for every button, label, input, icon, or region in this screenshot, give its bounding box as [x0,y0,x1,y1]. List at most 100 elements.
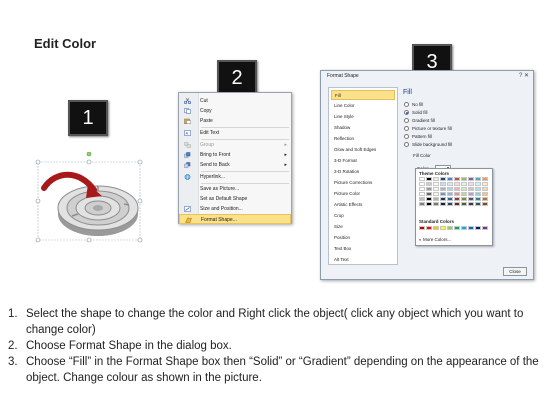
color-swatch[interactable] [482,197,488,201]
color-swatch[interactable] [447,177,453,181]
color-swatch[interactable] [433,177,439,181]
nav-item-3d-rotation[interactable]: 3-D Rotation [331,167,395,177]
color-swatch[interactable] [482,177,488,181]
color-swatch[interactable] [426,226,432,230]
color-swatch[interactable] [461,202,467,206]
color-swatch[interactable] [475,182,481,186]
color-swatch[interactable] [426,202,432,206]
color-swatch[interactable] [468,192,474,196]
nav-item-fill[interactable]: Fill [331,90,395,100]
nav-item-picture-color[interactable]: Picture Color [331,189,395,199]
color-swatch[interactable] [482,226,488,230]
nav-item-reflection[interactable]: Reflection [331,134,395,144]
color-swatch[interactable] [433,182,439,186]
more-colors-link[interactable]: ◐ More Colors... [419,237,451,242]
color-swatch[interactable] [468,202,474,206]
menu-item-send-to-back[interactable]: Send to Back ▸ [179,160,291,170]
color-swatch[interactable] [482,187,488,191]
color-swatch[interactable] [454,182,460,186]
color-swatch[interactable] [440,197,446,201]
color-swatch[interactable] [447,187,453,191]
menu-item-size-and-position[interactable]: Size and Position... [179,204,291,214]
color-swatch[interactable] [433,202,439,206]
radio-button[interactable] [404,134,409,140]
color-swatch[interactable] [468,187,474,191]
color-swatch[interactable] [482,182,488,186]
color-swatch[interactable] [482,202,488,206]
nav-item-shadow[interactable]: Shadow [331,123,395,133]
menu-item-copy[interactable]: Copy [179,106,291,116]
nav-item-3d-format[interactable]: 3-D Format [331,156,395,166]
color-swatch[interactable] [461,226,467,230]
color-swatch[interactable] [461,187,467,191]
nav-item-line-color[interactable]: Line Color [331,101,395,111]
color-swatch[interactable] [447,226,453,230]
radio-button[interactable] [404,126,409,132]
nav-item-artistic-effects[interactable]: Artistic Effects [331,200,395,210]
color-swatch[interactable] [426,192,432,196]
color-swatch[interactable] [419,177,425,181]
menu-item-cut[interactable]: Cut [179,96,291,106]
color-swatch[interactable] [461,177,467,181]
menu-item-bring-to-front[interactable]: Bring to Front ▸ [179,150,291,160]
option-pattern-fill[interactable]: Pattern fill [404,133,432,141]
nav-item-position[interactable]: Position [331,233,395,243]
nav-item-glow[interactable]: Glow and Soft Edges [331,145,395,155]
color-swatch[interactable] [475,197,481,201]
radio-button[interactable] [404,142,409,148]
color-swatch[interactable] [482,192,488,196]
menu-item-hyperlink[interactable]: Hyperlink... [179,172,291,182]
color-swatch[interactable] [426,177,432,181]
color-swatch[interactable] [454,187,460,191]
color-swatch[interactable] [461,197,467,201]
menu-item-save-as-picture[interactable]: Save as Picture... [179,184,291,194]
menu-item-paste[interactable]: Paste [179,116,291,126]
menu-item-group[interactable]: Group ▸ [179,140,291,150]
color-swatch[interactable] [426,182,432,186]
color-swatch[interactable] [433,197,439,201]
color-swatch[interactable] [440,182,446,186]
color-swatch[interactable] [454,197,460,201]
option-picture-fill[interactable]: Picture or texture fill [404,125,452,133]
color-swatch[interactable] [440,192,446,196]
radio-button-selected[interactable] [404,110,409,116]
color-swatch[interactable] [475,187,481,191]
color-swatch[interactable] [454,202,460,206]
option-slide-background-fill[interactable]: Slide background fill [404,141,452,149]
menu-item-edit-text[interactable]: A Edit Text [179,128,291,138]
nav-item-size[interactable]: Size [331,222,395,232]
color-swatch[interactable] [419,192,425,196]
color-swatch[interactable] [433,192,439,196]
color-swatch[interactable] [419,226,425,230]
option-gradient-fill[interactable]: Gradient fill [404,117,435,125]
nav-item-picture-corrections[interactable]: Picture Corrections [331,178,395,188]
menu-item-set-default-shape[interactable]: Set as Default Shape [179,194,291,204]
color-swatch[interactable] [447,197,453,201]
radio-button[interactable] [404,102,409,108]
color-swatch[interactable] [475,192,481,196]
color-swatch[interactable] [475,226,481,230]
nav-item-crop[interactable]: Crop [331,211,395,221]
option-solid-fill[interactable]: Solid fill [404,109,428,117]
option-no-fill[interactable]: No fill [404,101,423,109]
color-swatch[interactable] [433,187,439,191]
color-swatch[interactable] [419,182,425,186]
close-button[interactable]: Close [503,267,527,276]
nav-item-text-box[interactable]: Text Box [331,244,395,254]
color-swatch[interactable] [468,182,474,186]
color-swatch[interactable] [454,177,460,181]
color-swatch[interactable] [475,202,481,206]
color-swatch[interactable] [440,177,446,181]
color-swatch[interactable] [475,177,481,181]
color-swatch[interactable] [419,197,425,201]
color-swatch[interactable] [419,202,425,206]
color-swatch[interactable] [426,197,432,201]
menu-item-format-shape[interactable]: Format Shape... [179,214,291,224]
nav-item-alt-text[interactable]: Alt Text [331,255,395,265]
dialog-window-buttons[interactable]: ? ✕ [519,72,529,79]
color-swatch[interactable] [426,187,432,191]
color-swatch[interactable] [468,177,474,181]
color-swatch[interactable] [447,182,453,186]
color-swatch[interactable] [454,226,460,230]
color-swatch[interactable] [447,202,453,206]
